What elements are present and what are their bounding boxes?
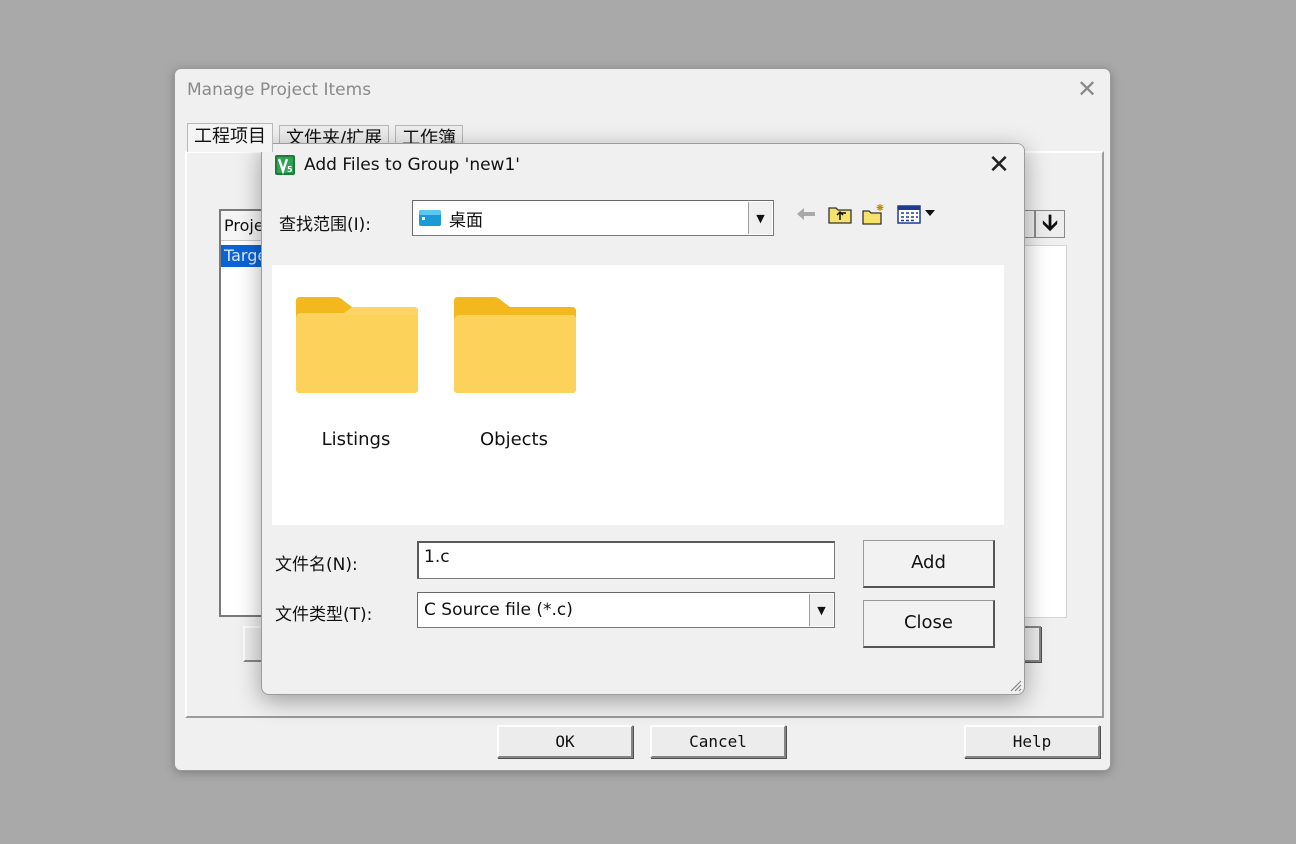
filename-value: 1.c [424,547,450,567]
folder-item-listings[interactable]: Listings [286,289,426,469]
filename-label: 文件名(N): [275,555,358,575]
move-down-icon[interactable]: 🡫 [1035,210,1065,238]
up-folder-icon[interactable] [827,202,853,226]
resize-grip-icon[interactable] [1008,678,1022,692]
file-list-pane[interactable]: Listings Objects [272,265,1004,525]
filetype-select[interactable]: C Source file (*.c) ▼ [417,592,835,628]
view-menu-icon[interactable] [897,202,941,226]
back-icon[interactable] [793,202,819,226]
tab-project-items[interactable]: 工程项目 [187,123,273,152]
desktop-icon [419,210,441,226]
help-button[interactable]: Help [964,725,1100,758]
toolbar-button[interactable] [1025,210,1035,238]
filetype-value: C Source file (*.c) [424,600,573,620]
close-button[interactable]: Close [863,600,995,648]
close-icon[interactable]: ✕ [1073,75,1101,103]
keil-app-icon: 5 [275,155,295,175]
dialog-title: Manage Project Items [187,80,372,100]
ok-button[interactable]: OK [497,725,633,758]
files-list[interactable] [1024,245,1067,618]
cancel-button[interactable]: Cancel [650,725,786,758]
add-files-dialog: 5 Add Files to Group 'new1' ✕ 查找范围(I): 桌… [261,143,1025,695]
svg-text:5: 5 [287,165,293,174]
new-folder-icon[interactable] [861,202,887,226]
chevron-down-icon[interactable]: ▼ [809,594,833,626]
folder-label: Listings [321,429,391,450]
chevron-down-icon[interactable]: ▼ [748,202,772,234]
dialog-title: Add Files to Group 'new1' [304,155,520,175]
look-in-value: 桌面 [449,210,483,231]
filetype-label: 文件类型(T): [275,605,373,625]
filename-input[interactable]: 1.c [417,541,835,579]
close-icon[interactable]: ✕ [984,150,1014,180]
folder-item-objects[interactable]: Objects [444,289,584,469]
folder-icon [454,297,576,393]
look-in-label: 查找范围(I): [279,215,372,235]
look-in-select[interactable]: 桌面 ▼ [412,200,774,236]
folder-label: Objects [479,429,548,450]
add-button[interactable]: Add [863,540,995,588]
folder-icon [296,297,418,393]
